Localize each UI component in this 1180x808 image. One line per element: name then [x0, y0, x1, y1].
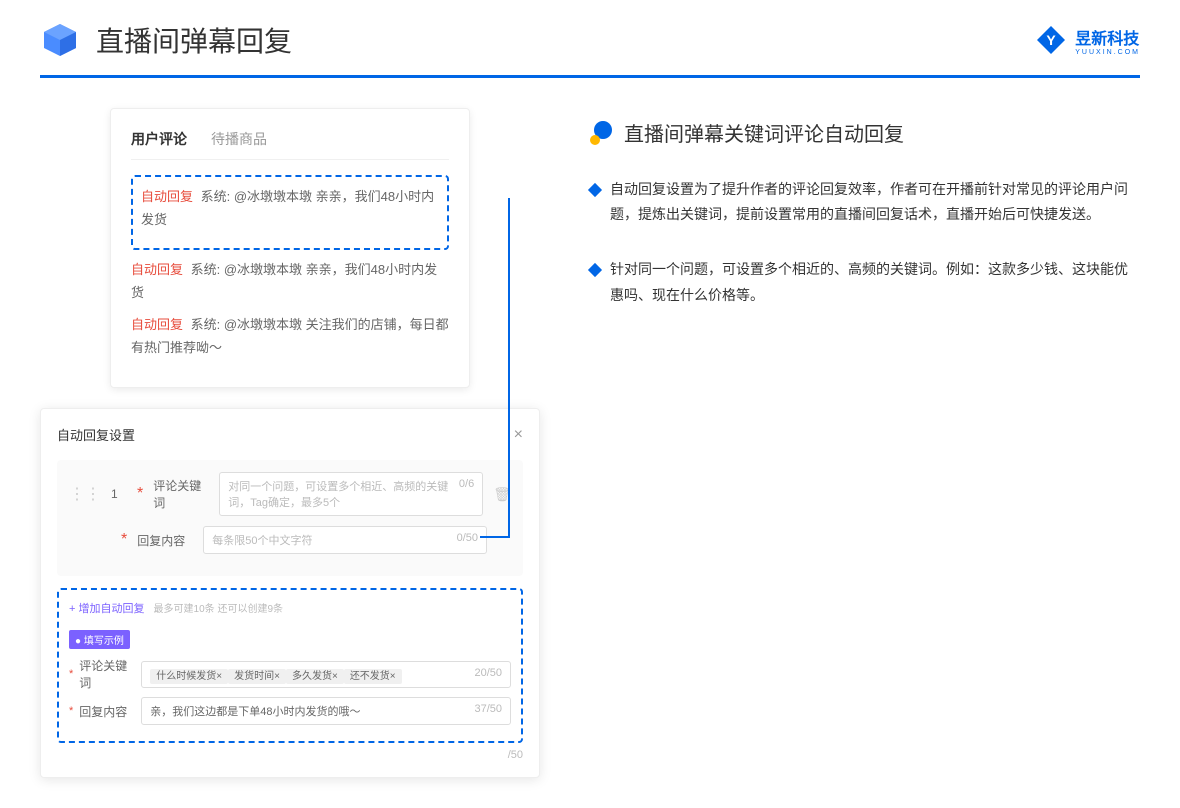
placeholder: 每条限50个中文字符: [212, 532, 312, 548]
settings-title: 自动回复设置: [57, 425, 135, 444]
header-left: 直播间弹幕回复: [40, 20, 292, 60]
tag-item[interactable]: 还不发货×: [344, 669, 402, 684]
comment-row: 自动回复 系统: @冰墩墩本墩 亲亲，我们48小时内发货: [141, 185, 439, 232]
bullet-1: 自动回复设置为了提升作者的评论回复效率，作者可在开播前针对常见的评论用户问题，提…: [590, 177, 1140, 227]
counter: 0/50: [457, 532, 478, 548]
tab-comments[interactable]: 用户评论: [131, 129, 187, 149]
ex-label: 评论关键词: [79, 657, 135, 691]
comment-row: 自动回复 系统: @冰墩墩本墩 关注我们的店铺，每日都有热门推荐呦～: [131, 313, 449, 360]
settings-header: 自动回复设置 ×: [57, 425, 523, 444]
page-title: 直播间弹幕回复: [96, 20, 292, 60]
auto-tag: 自动回复: [131, 317, 183, 332]
counter: 37/50: [474, 703, 502, 719]
tag-container: 什么时候发货×发货时间×多久发货×还不发货× 20/50: [141, 661, 511, 688]
example-box: + 增加自动回复 最多可建10条 还可以创建9条 ● 填写示例 * 评论关键词 …: [57, 588, 523, 743]
footer-counter: /50: [57, 749, 523, 761]
logo-cn: 昱新科技: [1075, 25, 1140, 49]
counter: 20/50: [474, 667, 502, 682]
tag-item[interactable]: 什么时候发货×: [150, 669, 228, 684]
dot-icon: [590, 121, 614, 145]
counter: 0/6: [459, 478, 474, 510]
logo-text: 昱新科技 YUUXIN.COM: [1075, 25, 1140, 56]
logo: Y 昱新科技 YUUXIN.COM: [1035, 24, 1140, 56]
ex-content: 亲，我们这边都是下单48小时内发货的哦～ 37/50: [141, 697, 511, 725]
comment-row: 自动回复 系统: @冰墩墩本墩 亲亲，我们48小时内发货: [131, 258, 449, 305]
ex-text: 亲，我们这边都是下单48小时内发货的哦～: [150, 703, 360, 719]
bullet-text: 自动回复设置为了提升作者的评论回复效率，作者可在开播前针对常见的评论用户问题，提…: [610, 177, 1140, 227]
ex-label: 回复内容: [79, 703, 135, 720]
example-content-row: * 回复内容 亲，我们这边都是下单48小时内发货的哦～ 37/50: [69, 697, 511, 725]
header: 直播间弹幕回复 Y 昱新科技 YUUXIN.COM: [0, 0, 1180, 60]
diamond-icon: [588, 263, 602, 277]
tag-item[interactable]: 多久发货×: [286, 669, 344, 684]
cube-icon: [40, 20, 80, 60]
content-label: 回复内容: [137, 532, 193, 549]
svg-text:Y: Y: [1047, 32, 1057, 48]
tag-item[interactable]: 发货时间×: [228, 669, 286, 684]
tags: 什么时候发货×发货时间×多久发货×还不发货×: [150, 667, 401, 682]
close-icon[interactable]: ×: [514, 426, 523, 444]
setting-row: ⋮⋮ 1 * 评论关键词 对同一个问题，可设置多个相近、高频的关键词，Tag确定…: [69, 472, 511, 516]
example-badge: ● 填写示例: [69, 630, 130, 649]
add-subtext: 最多可建10条 还可以创建9条: [154, 604, 283, 615]
required-star: *: [121, 531, 127, 549]
row-number: 1: [111, 487, 127, 501]
section-head: 直播间弹幕关键词评论自动回复: [590, 118, 1140, 147]
connector-line: [480, 198, 510, 538]
logo-icon: Y: [1035, 24, 1067, 56]
settings-panel: 自动回复设置 × ⋮⋮ 1 * 评论关键词 对同一个问题，可设置多个相近、高频的…: [40, 408, 540, 778]
keyword-label: 评论关键词: [153, 477, 209, 511]
bullet-text: 针对同一个问题，可设置多个相近的、高频的关键词。例如：这款多少钱、这块能优惠吗、…: [610, 257, 1140, 307]
tabs: 用户评论 待播商品: [131, 129, 449, 160]
required-star: *: [137, 485, 143, 503]
example-keyword-row: * 评论关键词 什么时候发货×发货时间×多久发货×还不发货× 20/50: [69, 657, 511, 691]
placeholder: 对同一个问题，可设置多个相近、高频的关键词，Tag确定，最多5个: [228, 478, 459, 510]
highlighted-comment: 自动回复 系统: @冰墩墩本墩 亲亲，我们48小时内发货: [131, 175, 449, 250]
drag-icon[interactable]: ⋮⋮: [69, 484, 101, 504]
bullet-2: 针对同一个问题，可设置多个相近的、高频的关键词。例如：这款多少钱、这块能优惠吗、…: [590, 257, 1140, 307]
content-input[interactable]: 每条限50个中文字符 0/50: [203, 526, 487, 554]
auto-tag: 自动回复: [141, 189, 193, 204]
content: 用户评论 待播商品 自动回复 系统: @冰墩墩本墩 亲亲，我们48小时内发货 自…: [0, 78, 1180, 808]
logo-en: YUUXIN.COM: [1075, 49, 1140, 56]
tab-products[interactable]: 待播商品: [211, 129, 267, 149]
comment-card: 用户评论 待播商品 自动回复 系统: @冰墩墩本墩 亲亲，我们48小时内发货 自…: [110, 108, 470, 388]
setting-row: * 回复内容 每条限50个中文字符 0/50: [69, 526, 511, 554]
section-title: 直播间弹幕关键词评论自动回复: [624, 118, 904, 147]
keyword-input[interactable]: 对同一个问题，可设置多个相近、高频的关键词，Tag确定，最多5个 0/6: [219, 472, 483, 516]
left-panel: 用户评论 待播商品 自动回复 系统: @冰墩墩本墩 亲亲，我们48小时内发货 自…: [40, 108, 540, 778]
diamond-icon: [588, 183, 602, 197]
add-link[interactable]: + 增加自动回复: [69, 600, 144, 616]
setting-block: ⋮⋮ 1 * 评论关键词 对同一个问题，可设置多个相近、高频的关键词，Tag确定…: [57, 460, 523, 576]
auto-tag: 自动回复: [131, 262, 183, 277]
right-panel: 直播间弹幕关键词评论自动回复 自动回复设置为了提升作者的评论回复效率，作者可在开…: [590, 108, 1140, 778]
